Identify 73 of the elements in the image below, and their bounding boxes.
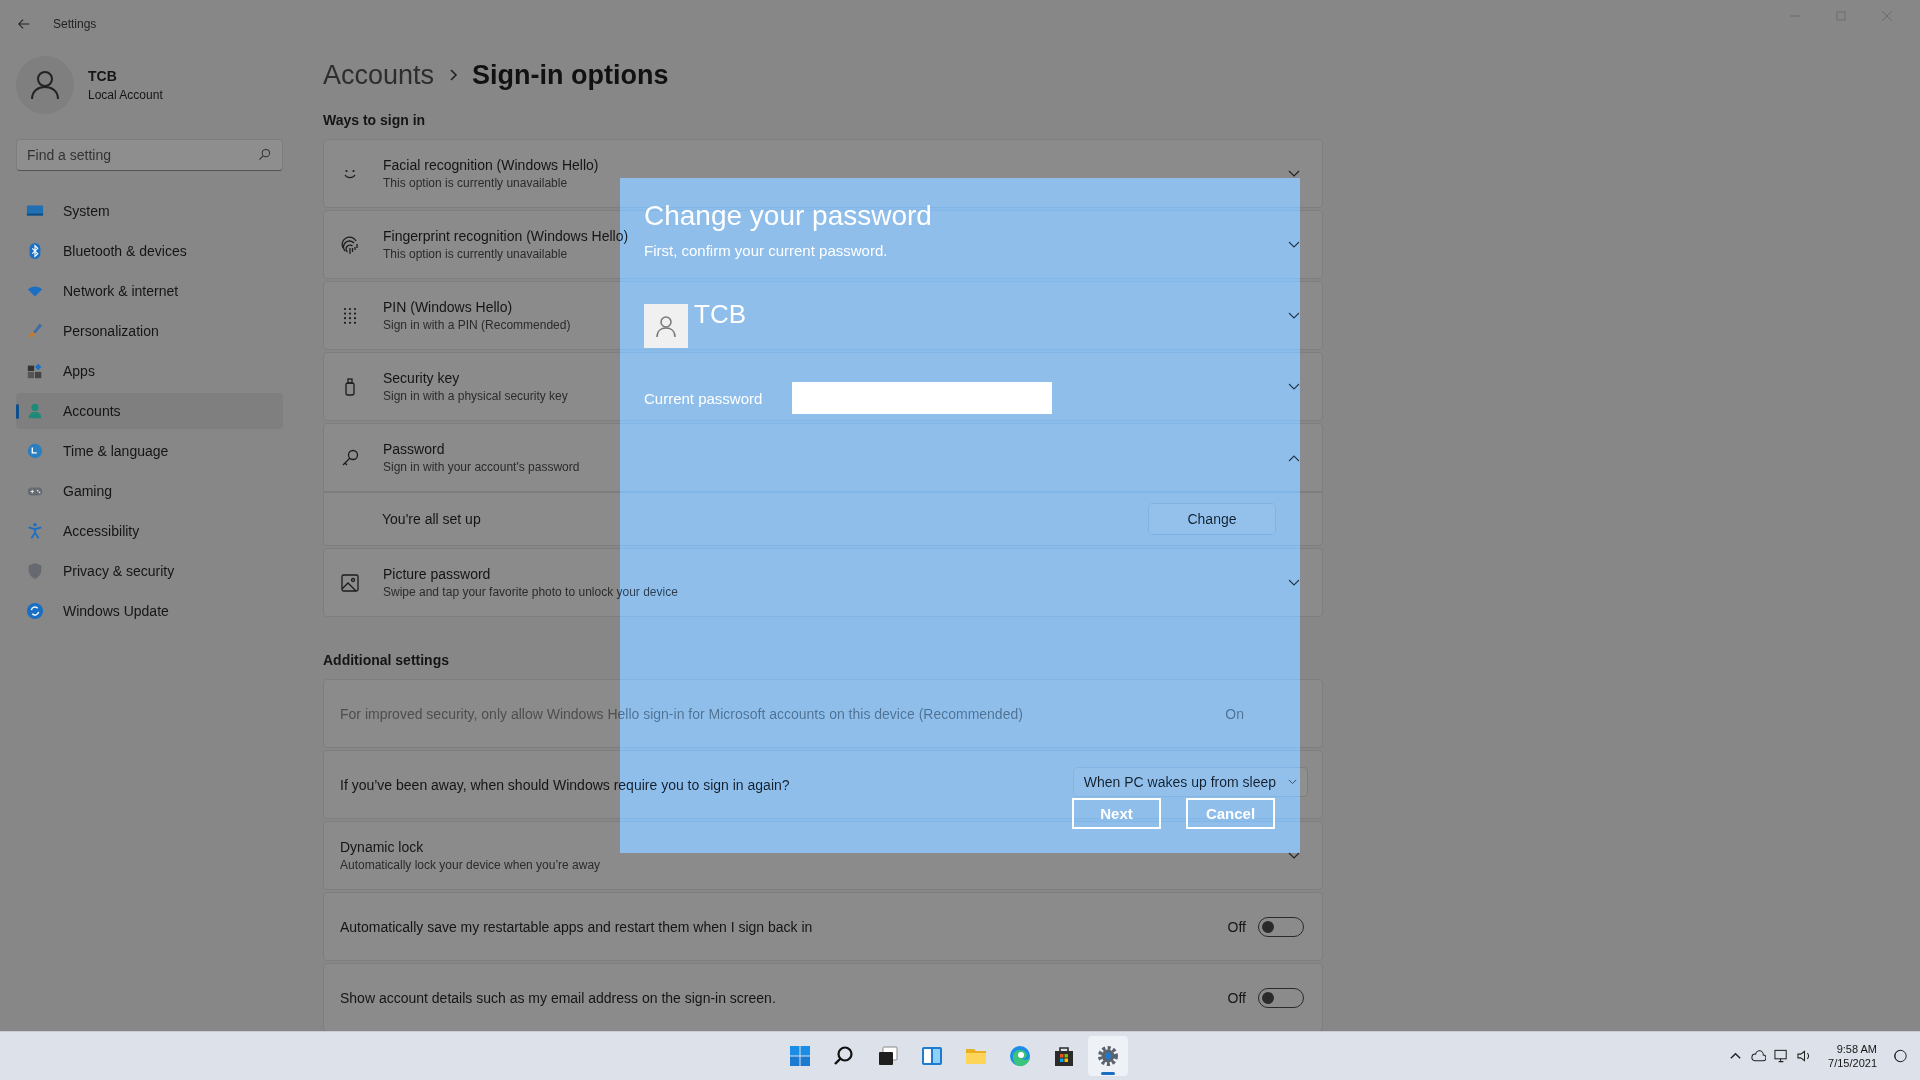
password-field[interactable] [792, 382, 1053, 414]
nav-item[interactable]: Network & internet [16, 273, 283, 309]
setting-title: If you’ve been away, when should Windows require you to sign in again? [340, 776, 791, 793]
apps-icon [26, 362, 44, 380]
setting-state: On [1225, 705, 1244, 722]
image-icon [340, 572, 360, 593]
setting-description: Swipe and tap your favorite photo to unlock your device [383, 585, 678, 599]
setting-status: You're all set up [382, 511, 482, 527]
fingerprint-icon [340, 234, 360, 255]
setting-card[interactable]: Show account details such as my email address on the sign-in screen. Off [323, 963, 1323, 1031]
cloud-icon[interactable] [1751, 1049, 1767, 1063]
chevron-down-icon[interactable] [1288, 169, 1300, 178]
setting-title: Password [383, 441, 445, 457]
setting-title: Automatically save my restartable apps and restart them when I sign back in [340, 918, 814, 935]
browser-icon [1008, 1044, 1032, 1068]
toggle-state: Off [1227, 989, 1246, 1006]
nav-item[interactable]: Time & language [16, 433, 283, 469]
shield-icon [26, 562, 44, 580]
setting-card[interactable]: Automatically save my restartable apps and restart them when I sign back in Off [323, 892, 1323, 961]
toggle-state: Off [1227, 918, 1246, 935]
page-title: Sign-in options [472, 59, 669, 91]
setting-description: This option is currently unavailable [383, 247, 568, 261]
field-label: Current password [644, 389, 763, 407]
section-heading: Ways to sign in [323, 112, 427, 128]
setting-title: Facial recognition (Windows Hello) [383, 157, 599, 173]
dropdown-value: When PC wakes up from sleep [1083, 773, 1276, 790]
user-icon [654, 314, 678, 338]
store-icon [1052, 1044, 1076, 1068]
account-name: TCB [88, 68, 118, 84]
back-icon[interactable] [17, 17, 31, 31]
monitor-icon[interactable] [1774, 1049, 1790, 1063]
nav-item[interactable]: Windows Update [16, 593, 283, 629]
notification-icon[interactable] [1893, 1049, 1908, 1063]
nav-item[interactable]: Accounts [16, 393, 283, 429]
user-icon [30, 70, 60, 100]
nav-item[interactable]: System [16, 193, 283, 229]
setting-description: This option is currently unavailable [383, 176, 568, 190]
account-type: Local Account [88, 88, 163, 102]
nav-item[interactable]: Apps [16, 353, 283, 389]
accessibility-icon [26, 522, 44, 540]
widgets-icon [920, 1044, 944, 1068]
setting-description: Sign in with a physical security key [383, 389, 568, 403]
gear-icon [1096, 1044, 1120, 1068]
user-name: TCB [694, 299, 746, 330]
setting-title: Show account details such as my email address on the sign-in screen. [340, 989, 777, 1006]
clock-icon [26, 442, 44, 460]
setting-description: Automatically lock your device when you’re away [340, 858, 601, 872]
nav-item[interactable]: Accessibility [16, 513, 283, 549]
dialog-subtitle: First, confirm your current password. [644, 242, 889, 259]
setting-description: Sign in with a PIN (Recommended) [383, 318, 571, 332]
search-icon [258, 148, 271, 161]
nav-item[interactable]: Bluetooth & devices [16, 233, 283, 269]
nav-item[interactable]: Gaming [16, 473, 283, 509]
task-view-icon [876, 1044, 900, 1068]
chevron-right-icon [448, 68, 459, 82]
sync-icon [26, 602, 44, 620]
setting-title: PIN (Windows Hello) [383, 299, 513, 315]
breadcrumb-parent[interactable]: Accounts [323, 59, 435, 91]
clock-date[interactable]: 7/15/2021 [1828, 1056, 1877, 1070]
window-title: Settings [53, 17, 97, 31]
person-icon [26, 402, 44, 420]
start-icon [788, 1044, 812, 1068]
clock-time[interactable]: 9:58 AM [1836, 1042, 1877, 1056]
setting-title: Dynamic lock [340, 839, 424, 855]
setting-description: Sign in with your account's password [383, 460, 580, 474]
brush-icon [26, 322, 44, 340]
section-heading: Additional settings [323, 652, 450, 668]
nav-item[interactable]: Privacy & security [16, 553, 283, 589]
key-icon [340, 447, 360, 468]
nav-item[interactable]: Personalization [16, 313, 283, 349]
search-field[interactable]: Find a setting [16, 139, 283, 171]
setting-title: Security key [383, 370, 460, 386]
setting-title: Picture password [383, 566, 491, 582]
